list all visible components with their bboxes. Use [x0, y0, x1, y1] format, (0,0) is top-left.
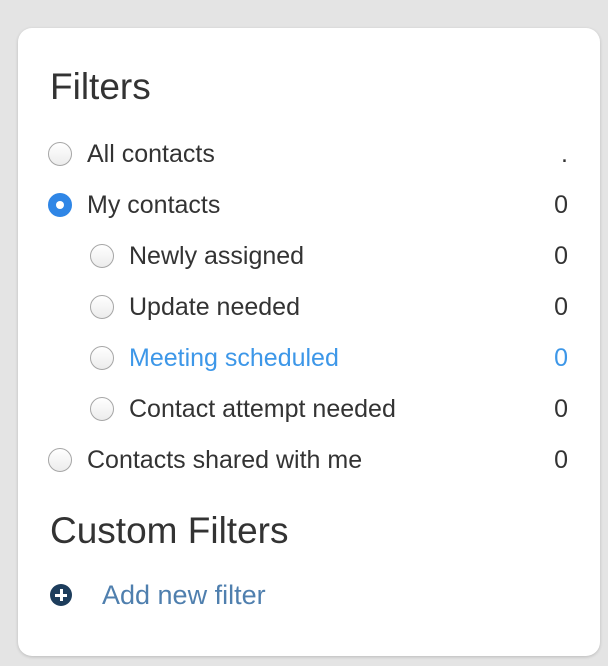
filter-label: Newly assigned — [129, 241, 305, 270]
radio-button[interactable] — [48, 448, 72, 472]
filter-label: My contacts — [87, 190, 221, 219]
filter-update-needed[interactable]: Update needed 0 — [90, 287, 568, 327]
filter-all-contacts[interactable]: All contacts . — [48, 134, 568, 174]
radio-button[interactable] — [90, 244, 114, 268]
plus-circle-icon[interactable] — [50, 584, 72, 606]
filter-label: Contacts shared with me — [87, 445, 363, 474]
radio-button[interactable] — [90, 346, 114, 370]
filter-count: 0 — [554, 241, 568, 270]
filter-label: Contact attempt needed — [129, 394, 396, 423]
filter-count: 0 — [554, 343, 568, 372]
custom-filters-title: Custom Filters — [50, 510, 289, 551]
filter-newly-assigned[interactable]: Newly assigned 0 — [90, 236, 568, 276]
filter-contact-attempt-needed[interactable]: Contact attempt needed 0 — [90, 389, 568, 429]
filter-meeting-scheduled[interactable]: Meeting scheduled 0 — [90, 338, 568, 378]
filter-count: 0 — [554, 445, 568, 474]
add-new-filter-label[interactable]: Add new filter — [102, 580, 266, 611]
filters-panel: Filters All contacts . My contacts 0 New… — [18, 28, 600, 656]
radio-button[interactable] — [90, 295, 114, 319]
filter-count: 0 — [554, 394, 568, 423]
radio-button[interactable] — [90, 397, 114, 421]
filter-label: Update needed — [129, 292, 300, 321]
filter-count: 0 — [554, 292, 568, 321]
filter-count: . — [561, 139, 568, 168]
filter-contacts-shared-with-me[interactable]: Contacts shared with me 0 — [48, 440, 568, 480]
radio-button[interactable] — [48, 142, 72, 166]
add-new-filter-link[interactable]: Add new filter — [50, 575, 266, 615]
filter-label: Meeting scheduled — [129, 343, 339, 372]
filters-title: Filters — [50, 66, 151, 107]
filter-my-contacts[interactable]: My contacts 0 — [48, 185, 568, 225]
filter-count: 0 — [554, 190, 568, 219]
radio-button-selected[interactable] — [48, 193, 72, 217]
filter-label: All contacts — [87, 139, 215, 168]
